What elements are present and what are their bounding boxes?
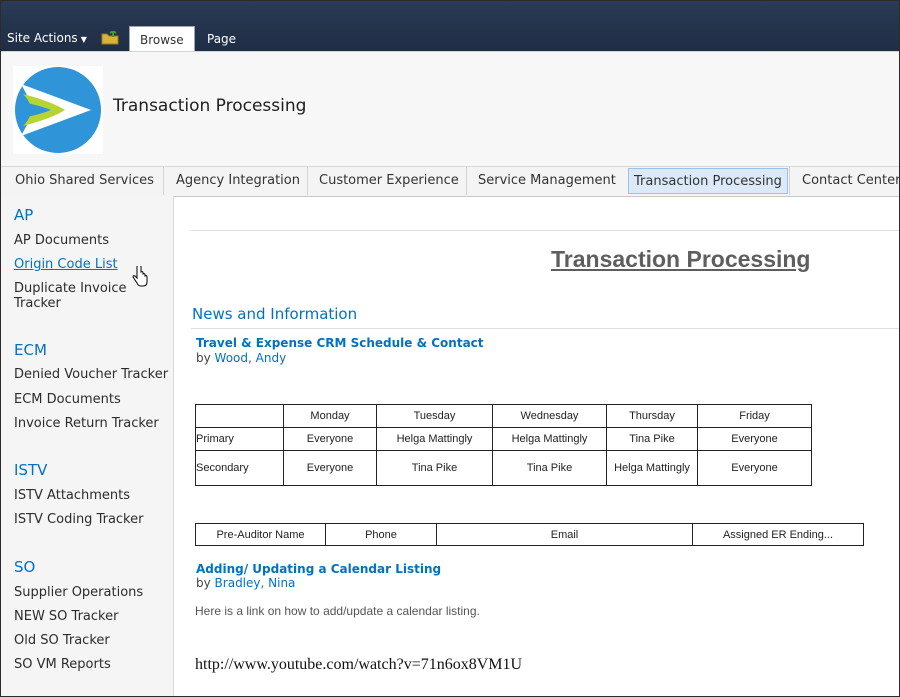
leftnav-item-duplicate-invoice-tracker[interactable]: Duplicate Invoice Tracker	[14, 281, 144, 311]
leftnav-heading-istv[interactable]: ISTV	[14, 461, 47, 479]
navigate-up-folder-icon[interactable]	[101, 31, 119, 45]
pre-auditor-table: Pre-Auditor Name Phone Email Assigned ER…	[195, 523, 864, 546]
nav-separator	[466, 167, 467, 195]
table-cell: Helga Mattingly	[376, 427, 493, 451]
table-header-cell: Tuesday	[376, 404, 493, 428]
table-header-row: Pre-Auditor Name Phone Email Assigned ER…	[195, 523, 864, 546]
news-section-heading[interactable]: News and Information	[192, 305, 357, 323]
table-cell: Secondary	[195, 450, 284, 486]
nav-separator	[163, 167, 164, 195]
top-navigation: Ohio Shared Services Agency Integration …	[1, 166, 899, 197]
leftnav-item-invoice-return-tracker[interactable]: Invoice Return Tracker	[14, 416, 159, 431]
topnav-item-customer-experience[interactable]: Customer Experience	[319, 173, 459, 188]
site-actions-label: Site Actions	[7, 31, 78, 45]
table-row: Secondary Everyone Tina Pike Tina Pike H…	[195, 450, 812, 486]
chevron-down-icon: ▼	[80, 35, 87, 44]
leftnav-item-old-so-tracker[interactable]: Old SO Tracker	[14, 633, 110, 648]
tab-page-label: Page	[207, 32, 237, 46]
table-header-cell: Monday	[283, 404, 377, 428]
leftnav-item-supplier-operations[interactable]: Supplier Operations	[14, 585, 143, 600]
leftnav-item-so-vm-reports[interactable]: SO VM Reports	[14, 657, 111, 672]
leftnav-item-istv-coding-tracker[interactable]: ISTV Coding Tracker	[14, 512, 143, 527]
table-header-cell: Wednesday	[492, 404, 607, 428]
post-byline: by Wood, Andy	[196, 351, 286, 365]
table-cell: Everyone	[697, 450, 812, 486]
news-divider	[191, 328, 899, 329]
page-frame: Site Actions ▼ Browse Page Transaction Pr…	[0, 0, 900, 697]
video-url-link[interactable]: http://www.youtube.com/watch?v=71n6ox8VM…	[195, 656, 522, 674]
post-title-travel-expense[interactable]: Travel & Expense CRM Schedule & Contact	[196, 336, 484, 350]
table-header-cell: Assigned ER Ending...	[692, 523, 864, 546]
post-byline: by Bradley, Nina	[196, 576, 295, 590]
table-cell: Tina Pike	[376, 450, 493, 486]
site-actions-menu[interactable]: Site Actions ▼	[7, 31, 87, 45]
leftnav-heading-so[interactable]: SO	[14, 558, 35, 576]
author-link[interactable]: Wood, Andy	[215, 351, 287, 365]
leftnav-item-istv-attachments[interactable]: ISTV Attachments	[14, 488, 130, 503]
leftnav-item-ecm-documents[interactable]: ECM Documents	[14, 392, 121, 407]
table-header-cell	[195, 404, 284, 428]
table-header-cell: Email	[436, 523, 693, 546]
schedule-table: Monday Tuesday Wednesday Thursday Friday…	[195, 404, 812, 486]
tab-page[interactable]: Page	[197, 26, 246, 51]
topnav-item-service-management[interactable]: Service Management	[478, 173, 616, 188]
table-header-cell: Pre-Auditor Name	[195, 523, 326, 546]
tab-browse-label: Browse	[140, 33, 184, 47]
byline-label: by	[196, 351, 211, 365]
leftnav-item-origin-code-list[interactable]: Origin Code List	[14, 257, 118, 272]
table-header-cell: Thursday	[606, 404, 698, 428]
byline-label: by	[196, 576, 211, 590]
table-cell: Tina Pike	[492, 450, 607, 486]
nav-separator	[307, 167, 308, 195]
table-cell: Helga Mattingly	[606, 450, 698, 486]
table-cell: Tina Pike	[606, 427, 698, 451]
hand-cursor-icon	[132, 266, 148, 287]
site-title[interactable]: Transaction Processing	[113, 96, 306, 116]
page-heading: Transaction Processing	[551, 246, 811, 272]
leftnav-item-new-so-tracker[interactable]: NEW SO Tracker	[14, 609, 118, 624]
table-cell: Helga Mattingly	[492, 427, 607, 451]
table-header-cell: Friday	[697, 404, 812, 428]
topnav-item-contact-center[interactable]: Contact Center	[802, 173, 899, 188]
site-logo-icon[interactable]	[13, 66, 103, 154]
table-cell: Everyone	[283, 450, 377, 486]
tab-browse[interactable]: Browse	[129, 26, 195, 52]
author-link[interactable]: Bradley, Nina	[215, 576, 296, 590]
table-cell: Everyone	[697, 427, 812, 451]
topnav-item-agency-integration[interactable]: Agency Integration	[176, 173, 300, 188]
ribbon-bar: Site Actions ▼ Browse Page	[1, 1, 899, 52]
nav-separator	[789, 167, 790, 195]
post-body-text: Here is a link on how to add/update a ca…	[195, 604, 480, 618]
table-header-row: Monday Tuesday Wednesday Thursday Friday	[195, 404, 812, 428]
leftnav-item-ap-documents[interactable]: AP Documents	[14, 233, 109, 248]
post-title-calendar-listing[interactable]: Adding/ Updating a Calendar Listing	[196, 562, 441, 576]
table-cell: Primary	[195, 427, 284, 451]
leftnav-item-denied-voucher-tracker[interactable]: Denied Voucher Tracker	[14, 367, 168, 382]
topnav-item-transaction-processing[interactable]: Transaction Processing	[628, 168, 788, 194]
table-cell: Everyone	[283, 427, 377, 451]
quick-launch: AP AP Documents Origin Code List Duplica…	[1, 196, 174, 696]
topnav-item-ohio-shared-services[interactable]: Ohio Shared Services	[15, 173, 154, 188]
table-header-cell: Phone	[325, 523, 437, 546]
table-row: Primary Everyone Helga Mattingly Helga M…	[195, 427, 812, 451]
leftnav-heading-ap[interactable]: AP	[14, 206, 33, 224]
leftnav-heading-ecm[interactable]: ECM	[14, 341, 47, 359]
site-header: Transaction Processing	[1, 51, 899, 167]
content-divider	[191, 230, 899, 231]
